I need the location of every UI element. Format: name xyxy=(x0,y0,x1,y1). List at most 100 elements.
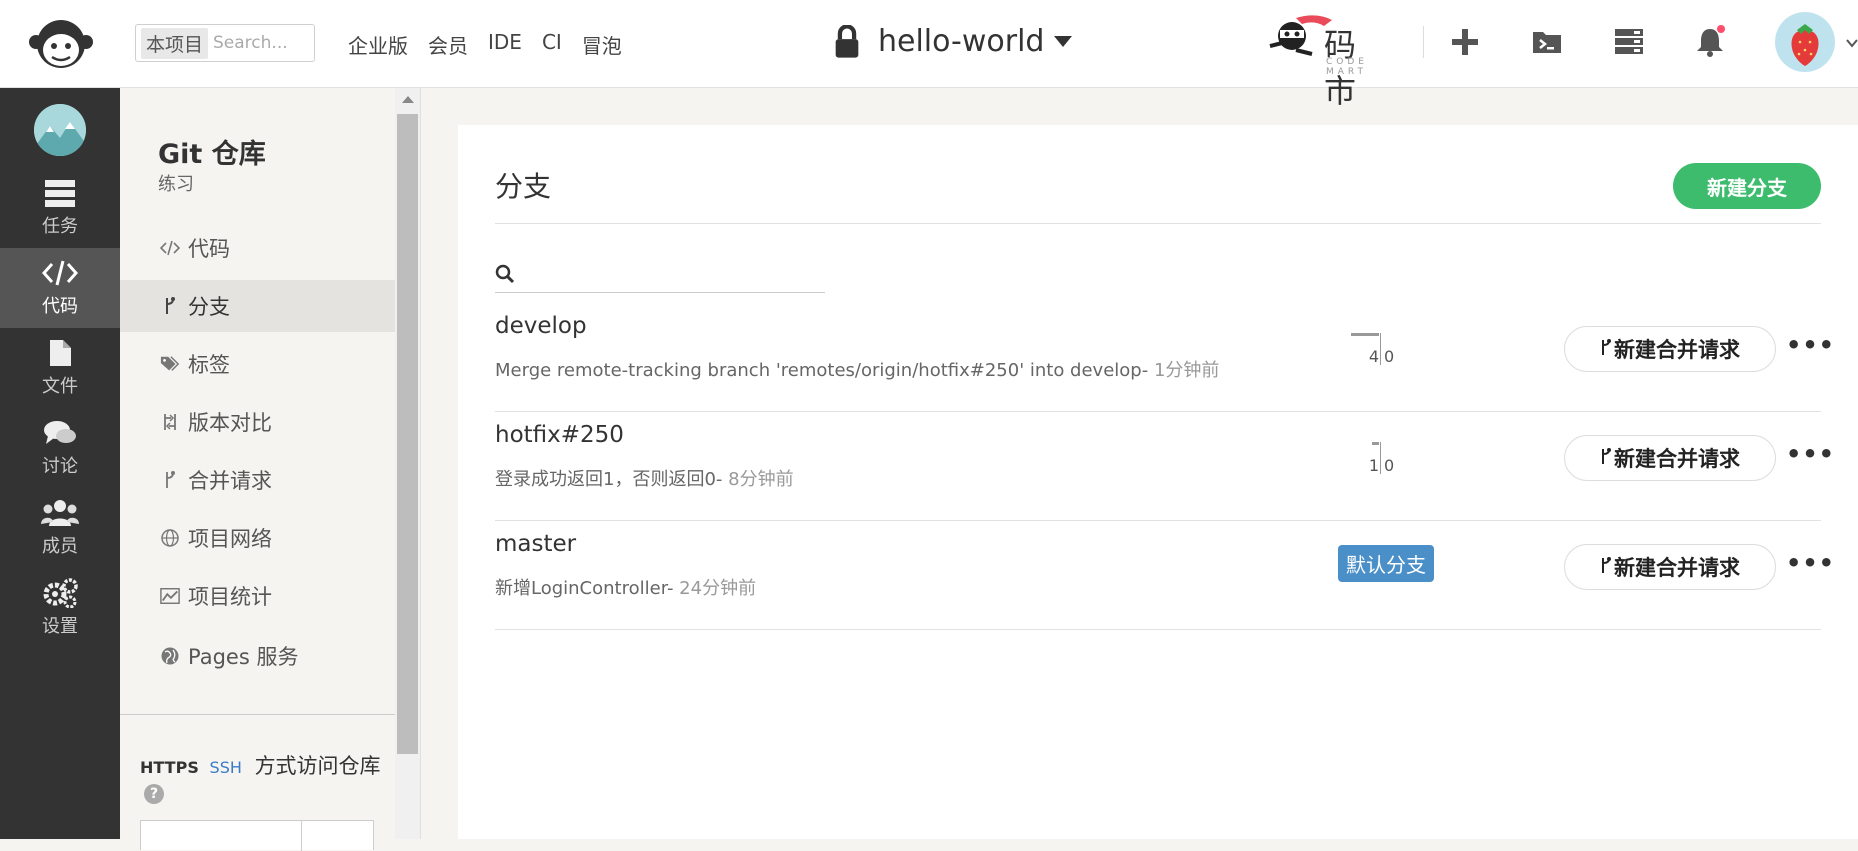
new-branch-button[interactable]: 新建分支 xyxy=(1673,163,1821,209)
codemart-subtext: CODE MART xyxy=(1326,57,1368,77)
top-nav: 企业版 会员 IDE CI 冒泡 xyxy=(348,30,622,59)
commit-time: 1分钟前 xyxy=(1153,360,1220,381)
commit-time: 24分钟前 xyxy=(679,578,757,599)
settings-icon xyxy=(43,578,78,608)
branch-name[interactable]: develop xyxy=(495,313,587,339)
sidebar-item-tasks[interactable]: 任务 xyxy=(0,168,120,248)
merge-request-icon xyxy=(1600,447,1612,470)
sidebar-scrollbar[interactable] xyxy=(395,88,420,839)
codemart-logo[interactable]: 码 市 CODE MART xyxy=(1266,12,1406,110)
search-icon xyxy=(495,264,515,283)
branch-name[interactable]: master xyxy=(495,531,576,557)
main-sidebar: 任务 代码 文件 讨论 成员 设置 xyxy=(0,88,120,839)
merge-request-icon xyxy=(1600,338,1612,361)
search-scope[interactable]: 本项目 xyxy=(141,27,209,59)
subnav-item-compare[interactable]: 版本对比 xyxy=(120,396,395,448)
compare-icon xyxy=(160,412,180,432)
globe-icon xyxy=(160,646,180,666)
tasks-icon xyxy=(45,180,75,207)
commit-text[interactable]: Merge remote-tracking branch 'remotes/or… xyxy=(495,360,1154,381)
ahead-count: 0 xyxy=(1384,456,1395,475)
access-text: 方式访问仓库 xyxy=(254,754,381,778)
project-name: hello-world xyxy=(878,24,1045,59)
branch-name[interactable]: hotfix#250 xyxy=(495,422,624,448)
sidebar-item-label: 成员 xyxy=(42,536,78,557)
sidebar-item-discussion[interactable]: 讨论 xyxy=(0,408,120,488)
branch-row: master 新增LoginController- 24分钟前 默认分支 新建合… xyxy=(495,521,1834,629)
subnav-item-tags[interactable]: 标签 xyxy=(120,338,395,390)
divider xyxy=(495,223,1821,224)
nav-bubble[interactable]: 冒泡 xyxy=(582,30,622,59)
chevron-down-icon[interactable] xyxy=(1846,38,1858,48)
plus-icon[interactable] xyxy=(1448,25,1482,59)
ssh-toggle[interactable]: SSH xyxy=(210,758,242,777)
sidebar-item-label: 任务 xyxy=(42,216,78,237)
scrollbar-thumb[interactable] xyxy=(397,114,418,754)
divider xyxy=(495,629,1821,630)
terminal-folder-icon[interactable] xyxy=(1530,25,1564,59)
branch-search[interactable] xyxy=(495,255,825,293)
button-label: 新建合并请求 xyxy=(1614,556,1740,580)
branch-icon xyxy=(160,296,180,316)
subnav-item-merge-requests[interactable]: 合并请求 xyxy=(120,454,395,506)
nav-ide[interactable]: IDE xyxy=(488,30,522,59)
help-icon[interactable]: ? xyxy=(144,784,164,804)
members-icon xyxy=(41,500,79,526)
nav-ci[interactable]: CI xyxy=(542,30,562,59)
sidebar-item-files[interactable]: 文件 xyxy=(0,328,120,408)
sidebar-item-label: 讨论 xyxy=(42,456,78,477)
discussion-icon xyxy=(44,421,76,444)
more-options-icon[interactable]: ••• xyxy=(1786,331,1834,361)
user-avatar[interactable] xyxy=(1775,12,1835,72)
code-icon xyxy=(42,260,78,286)
repo-title: Git 仓库 xyxy=(158,139,266,170)
subnav-item-code[interactable]: 代码 xyxy=(120,222,395,274)
subnav-item-network[interactable]: 项目网络 xyxy=(120,512,395,564)
project-switcher[interactable]: hello-world xyxy=(832,24,1073,59)
sidebar-item-code[interactable]: 代码 xyxy=(0,248,120,328)
commit-text[interactable]: 登录成功返回1，否则返回0- xyxy=(495,469,728,490)
divider xyxy=(120,714,395,715)
file-icon xyxy=(50,340,71,366)
ahead-behind: 4 0 xyxy=(1350,327,1410,367)
commit-message: 登录成功返回1，否则返回0- 8分钟前 xyxy=(495,465,794,491)
server-icon[interactable] xyxy=(1612,25,1646,59)
commit-text[interactable]: 新增LoginController- xyxy=(495,578,679,599)
sidebar-item-settings[interactable]: 设置 xyxy=(0,568,120,648)
subnav-item-stats[interactable]: 项目统计 xyxy=(120,570,395,622)
sidebar-item-label: 设置 xyxy=(42,616,78,637)
new-merge-request-button[interactable]: 新建合并请求 xyxy=(1564,326,1776,372)
code-icon xyxy=(160,238,180,258)
search-box[interactable]: 本项目 xyxy=(135,24,315,62)
subnav-item-branches[interactable]: 分支 xyxy=(120,280,395,332)
more-options-icon[interactable]: ••• xyxy=(1786,549,1834,579)
sidebar-item-members[interactable]: 成员 xyxy=(0,488,120,568)
new-merge-request-button[interactable]: 新建合并请求 xyxy=(1564,544,1776,590)
scroll-up-arrow-icon[interactable] xyxy=(402,96,414,103)
commit-message: Merge remote-tracking branch 'remotes/or… xyxy=(495,356,1219,382)
coding-monkey-logo-icon[interactable] xyxy=(28,16,94,72)
mountain-avatar-icon xyxy=(34,104,86,156)
bell-icon[interactable] xyxy=(1693,25,1727,59)
subnav-item-label: 分支 xyxy=(188,295,230,319)
new-merge-request-button[interactable]: 新建合并请求 xyxy=(1564,435,1776,481)
clone-url-input[interactable] xyxy=(140,820,374,851)
ahead-count: 0 xyxy=(1384,347,1395,366)
nav-member[interactable]: 会员 xyxy=(428,30,468,59)
user-avatar[interactable] xyxy=(34,104,86,156)
nav-enterprise[interactable]: 企业版 xyxy=(348,30,408,59)
search-input[interactable] xyxy=(213,33,309,53)
subnav-item-label: 项目网络 xyxy=(188,527,272,551)
subnav-item-label: Pages 服务 xyxy=(188,645,299,669)
subnav-item-label: 合并请求 xyxy=(188,469,272,493)
behind-bar xyxy=(1372,442,1379,445)
subnav-item-label: 标签 xyxy=(188,353,230,377)
https-toggle[interactable]: HTTPS xyxy=(140,758,199,777)
branch-search-input[interactable] xyxy=(523,263,825,284)
repo-access: HTTPS SSH 方式访问仓库 xyxy=(140,750,381,780)
branches-panel: 分支 新建分支 develop Merge remote-tracking br… xyxy=(458,125,1858,839)
stats-icon xyxy=(160,586,180,606)
more-options-icon[interactable]: ••• xyxy=(1786,440,1834,470)
subnav-item-pages[interactable]: Pages 服务 xyxy=(120,630,395,682)
subnav-item-label: 代码 xyxy=(188,237,230,261)
